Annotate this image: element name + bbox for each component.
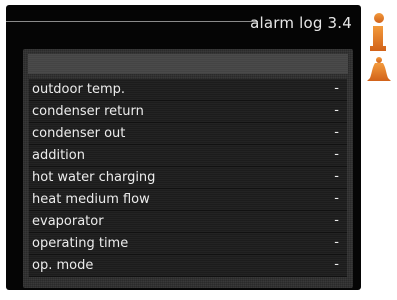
- table-row: operating time -: [29, 233, 347, 255]
- row-label: evaporator: [32, 214, 104, 229]
- info-icon[interactable]: [370, 13, 386, 51]
- table-row: addition -: [29, 145, 347, 167]
- row-label: operating time: [32, 236, 129, 251]
- row-value: -: [334, 81, 339, 96]
- side-icons: [366, 8, 392, 88]
- row-value: -: [334, 125, 339, 140]
- row-label: heat medium flow: [32, 192, 150, 207]
- row-label: addition: [32, 148, 85, 163]
- row-value: -: [334, 103, 339, 118]
- row-value: -: [334, 169, 339, 184]
- table-row: outdoor temp. -: [29, 79, 347, 101]
- table-row: evaporator -: [29, 211, 347, 233]
- row-value: -: [334, 257, 339, 272]
- row-value: -: [334, 235, 339, 250]
- row-value: -: [334, 213, 339, 228]
- row-label: outdoor temp.: [32, 82, 126, 97]
- table-row: heat medium flow -: [29, 189, 347, 211]
- table-row: op. mode -: [29, 255, 347, 277]
- row-label: op. mode: [32, 258, 94, 273]
- title-rule: [6, 21, 258, 22]
- alarm-log-table: outdoor temp. - condenser return - conde…: [23, 49, 353, 288]
- table-rows: outdoor temp. - condenser return - conde…: [29, 79, 347, 277]
- table-row: hot water charging -: [29, 167, 347, 189]
- display-panel: alarm log 3.4 outdoor temp. - condenser …: [6, 5, 361, 290]
- table-header: [28, 54, 348, 74]
- alarm-log-screen: alarm log 3.4 outdoor temp. - condenser …: [0, 0, 397, 300]
- row-label: condenser out: [32, 126, 126, 141]
- side-icons-svg: [367, 13, 391, 81]
- row-value: -: [334, 147, 339, 162]
- table-row: condenser out -: [29, 123, 347, 145]
- row-label: condenser return: [32, 104, 144, 119]
- alarm-bell-icon[interactable]: [367, 57, 391, 81]
- table-row: condenser return -: [29, 101, 347, 123]
- row-label: hot water charging: [32, 170, 156, 185]
- page-title: alarm log 3.4: [250, 14, 352, 32]
- row-value: -: [334, 191, 339, 206]
